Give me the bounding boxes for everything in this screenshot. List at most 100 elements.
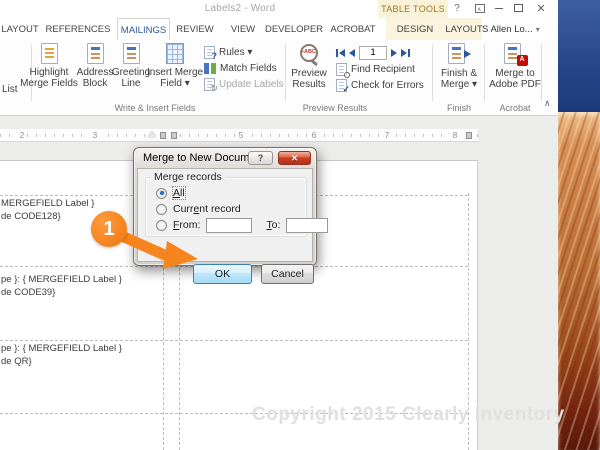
contextual-tools-label: TABLE TOOLS xyxy=(378,0,448,18)
copyright-watermark: Copyright 2015 Clearly Inventory xyxy=(252,404,565,426)
radio-all[interactable] xyxy=(156,188,167,199)
ribbon: List HighlightMerge Fields AddressBlock … xyxy=(0,40,558,116)
rules-button[interactable]: ? Rules ▾ xyxy=(204,46,284,59)
insert-merge-field-button[interactable]: Insert MergeField ▾ xyxy=(149,43,201,101)
adobe-pdf-logo-icon xyxy=(517,55,528,66)
button-label: Match Fields xyxy=(220,63,277,74)
check-for-errors-button[interactable]: ✓ Check for Errors xyxy=(336,79,424,92)
group-separator xyxy=(484,44,485,101)
highlight-merge-fields-button[interactable]: HighlightMerge Fields xyxy=(22,43,76,101)
ribbon-tab-row: LAYOUT REFERENCES MAILINGS REVIEW VIEW D… xyxy=(0,18,558,40)
minimize-icon xyxy=(495,8,503,9)
groupbox-label: Merge records xyxy=(150,171,226,183)
ruler-mark: 8 xyxy=(450,131,460,140)
maximize-icon xyxy=(514,4,523,12)
button-label: Preview xyxy=(291,68,327,79)
to-input[interactable] xyxy=(286,218,328,233)
group-label-finish: Finish xyxy=(434,103,484,113)
match-fields-button[interactable]: Match Fields xyxy=(204,62,284,75)
ribbon-display-options-icon xyxy=(475,4,485,13)
tab-review[interactable]: REVIEW xyxy=(172,18,218,40)
rules-icon: ? xyxy=(204,46,215,59)
wallpaper-canyon xyxy=(558,112,600,450)
merge-field-row: pe }: { MERGEFIELD Label } de CODE39} xyxy=(1,273,122,299)
button-label: Merge to xyxy=(495,68,534,79)
ribbon-display-options-button[interactable] xyxy=(471,2,489,16)
cancel-button[interactable]: Cancel xyxy=(261,264,314,284)
insert-merge-field-icon xyxy=(166,43,184,64)
tab-acrobat[interactable]: ACROBAT xyxy=(327,18,379,40)
last-record-button[interactable] xyxy=(401,49,410,57)
dialog-close-button[interactable]: ✕ xyxy=(278,151,311,165)
previous-record-button[interactable] xyxy=(349,49,355,57)
tab-table-design[interactable]: DESIGN xyxy=(390,18,440,40)
tab-view[interactable]: VIEW xyxy=(224,18,262,40)
button-label: Greeting xyxy=(112,67,150,78)
merge-field-text: de CODE128} xyxy=(1,211,61,222)
merge-field-text: MERGEFIELD Label } xyxy=(1,198,94,209)
button-label: Field ▾ xyxy=(160,78,189,89)
radio-current-record[interactable] xyxy=(156,204,167,215)
button-label: Adobe PDF xyxy=(489,79,541,90)
last-record-icon xyxy=(408,49,410,57)
merge-to-adobe-pdf-button[interactable]: Merge toAdobe PDF xyxy=(487,43,543,101)
finish-and-merge-button[interactable]: Finish &Merge ▾ xyxy=(434,43,484,101)
button-label: Finish & xyxy=(441,68,477,79)
minimize-button[interactable] xyxy=(492,2,506,16)
radio-row-current-record: Current record xyxy=(156,202,241,216)
title-bar: Labels2 - Word TABLE TOOLS ? ✕ xyxy=(0,0,558,18)
greeting-line-icon xyxy=(123,43,140,64)
dialog-help-button[interactable]: ? xyxy=(248,151,273,165)
finish-doc-icon xyxy=(448,43,465,64)
button-label: Find Recipient xyxy=(351,64,415,75)
close-button[interactable]: ✕ xyxy=(532,2,550,16)
column-marker[interactable] xyxy=(171,132,177,139)
update-labels-icon: ↻ xyxy=(204,78,215,91)
record-number-input[interactable] xyxy=(359,46,387,60)
from-input[interactable] xyxy=(206,218,252,233)
button-label: Block xyxy=(83,78,107,89)
merge-field-row: pe }: { MERGEFIELD Label } de QR} xyxy=(1,342,122,368)
maximize-button[interactable] xyxy=(509,2,527,16)
tab-references[interactable]: REFERENCES xyxy=(44,18,112,40)
match-fields-icon xyxy=(204,62,216,75)
button-label: Rules ▾ xyxy=(219,47,252,58)
merge-field-text: pe }: { MERGEFIELD Label } xyxy=(1,343,122,354)
record-navigation: Find Recipient ✓ Check for Errors xyxy=(336,45,424,92)
ruler-mark: 6 xyxy=(309,131,319,140)
window-title: Labels2 - Word xyxy=(170,3,310,14)
right-indent-marker[interactable] xyxy=(466,132,472,139)
first-record-button[interactable] xyxy=(336,49,345,57)
radio-all-label[interactable]: All xyxy=(173,187,185,199)
collapse-ribbon-button[interactable]: ∧ xyxy=(544,98,551,109)
ruler-mark: 2 xyxy=(17,131,27,140)
merge-arrow-icon xyxy=(464,50,471,58)
account-name: S Allen Lo... xyxy=(482,24,533,35)
tab-table-layout[interactable]: LAYOUT xyxy=(440,18,488,40)
merge-to-adobe-pdf-icon xyxy=(502,43,528,65)
table-gridline-horizontal xyxy=(0,340,468,341)
radio-row-all: All xyxy=(156,186,185,200)
greeting-line-button[interactable]: GreetingLine xyxy=(110,43,152,101)
radio-current-record-label[interactable]: Current record xyxy=(173,203,241,215)
wallpaper-sky xyxy=(558,0,600,112)
help-button[interactable]: ? xyxy=(449,2,465,16)
account-menu[interactable]: S Allen Lo...▾ xyxy=(482,18,552,40)
find-recipient-icon xyxy=(336,63,347,76)
tab-layout[interactable]: LAYOUT xyxy=(0,18,42,40)
group-separator xyxy=(432,44,433,101)
button-label: Merge ▾ xyxy=(441,79,477,90)
group-label-acrobat: Acrobat xyxy=(487,103,543,113)
find-recipient-button[interactable]: Find Recipient xyxy=(336,63,424,76)
desktop-wallpaper xyxy=(558,0,600,450)
button-label: Results xyxy=(292,79,325,90)
edit-recipient-list-button-partial[interactable]: List xyxy=(2,84,18,95)
merge-field-text: de QR} xyxy=(1,356,32,367)
indent-marker[interactable] xyxy=(148,131,156,137)
tab-developer[interactable]: DEVELOPER xyxy=(262,18,326,40)
preview-results-button[interactable]: «ABC PreviewResults xyxy=(286,43,332,101)
column-marker[interactable] xyxy=(160,132,166,139)
address-block-icon xyxy=(87,43,104,64)
next-record-button[interactable] xyxy=(391,49,397,57)
tab-mailings[interactable]: MAILINGS xyxy=(117,18,170,40)
